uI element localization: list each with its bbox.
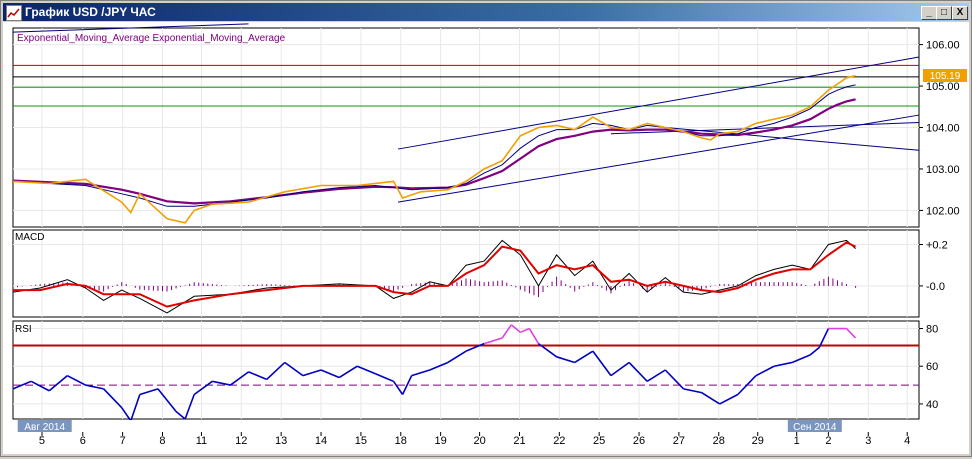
macd-y-axis: +0.2 -0.0 bbox=[919, 240, 948, 293]
date-tick-label-22: 4 bbox=[904, 435, 910, 447]
price-y-tick-label-2: 104.00 bbox=[926, 123, 960, 135]
date-tick-label-3: 8 bbox=[159, 435, 165, 447]
chart-app-icon bbox=[6, 5, 22, 21]
rsi-y-tick-label-2: 40 bbox=[926, 399, 938, 411]
date-tick-label-7: 14 bbox=[315, 435, 327, 447]
date-tick-label-5: 12 bbox=[235, 435, 247, 447]
date-tick-label-2: 7 bbox=[120, 435, 126, 447]
chart-window: График USD /JPY ЧАС _ □ X Exponential_Mo… bbox=[0, 0, 972, 457]
chart-canvas[interactable]: Exponential_Moving_Average Exponential_M… bbox=[3, 22, 969, 454]
date-tick-label-8: 15 bbox=[355, 435, 367, 447]
date-tick-label-1: 6 bbox=[80, 435, 86, 447]
rsi-y-tick-label-1: 60 bbox=[926, 361, 938, 373]
date-tick-label-17: 28 bbox=[713, 435, 725, 447]
chart-area[interactable]: Exponential_Moving_Average Exponential_M… bbox=[3, 22, 969, 454]
rsi-y-axis: 80 60 40 bbox=[919, 324, 938, 411]
price-legend: Exponential_Moving_Average Exponential_M… bbox=[17, 33, 286, 44]
price-y-tick-label-3: 103.00 bbox=[926, 164, 960, 176]
rsi-legend: RSI bbox=[15, 324, 32, 335]
close-button[interactable]: X bbox=[952, 6, 968, 20]
date-tick-label-4: 11 bbox=[196, 435, 207, 447]
date-tick-label-16: 27 bbox=[673, 435, 685, 447]
rsi-y-tick-label-0: 80 bbox=[926, 324, 938, 336]
price-y-tick-label-4: 102.00 bbox=[926, 205, 960, 217]
date-tick-label-11: 20 bbox=[473, 435, 485, 447]
month-label-1: Сен 2014 bbox=[793, 422, 837, 433]
price-y-tick-label-1: 105.00 bbox=[926, 81, 960, 93]
date-tick-label-10: 19 bbox=[435, 435, 447, 447]
date-tick-label-13: 22 bbox=[553, 435, 565, 447]
date-tick-label-15: 26 bbox=[633, 435, 645, 447]
date-tick-label-21: 3 bbox=[865, 435, 871, 447]
macd-y-tick-label-1: -0.0 bbox=[926, 281, 945, 293]
month-strip bbox=[13, 420, 919, 432]
price-y-tick-label-0: 106.00 bbox=[926, 40, 960, 52]
date-tick-label-12: 21 bbox=[513, 435, 525, 447]
current-price-label: 105.19 bbox=[930, 71, 961, 82]
date-tick-label-6: 13 bbox=[275, 435, 287, 447]
date-tick-label-18: 29 bbox=[752, 435, 764, 447]
date-tick-label-0: 5 bbox=[39, 435, 45, 447]
date-tick-label-9: 18 bbox=[395, 435, 407, 447]
price-y-axis: 106.00 105.00 104.00 103.00 102.00 bbox=[919, 40, 960, 217]
macd-y-tick-label-0: +0.2 bbox=[926, 240, 948, 252]
date-tick-label-14: 25 bbox=[593, 435, 605, 447]
macd-panel: MACD +0.2 -0.0 bbox=[12, 229, 948, 318]
date-tick-label-19: 1 bbox=[794, 435, 800, 447]
price-panel: Exponential_Moving_Average Exponential_M… bbox=[12, 23, 967, 228]
title-bar[interactable]: График USD /JPY ЧАС _ □ X bbox=[3, 3, 969, 21]
date-axis: Авг 2014 Сен 20145 6 7 8 11 12 13 14 15 18 19 20 21 22… bbox=[13, 420, 919, 447]
window-title: График USD /JPY ЧАС bbox=[25, 5, 156, 19]
maximize-button[interactable]: □ bbox=[936, 6, 952, 20]
date-tick-label-20: 2 bbox=[825, 435, 831, 447]
rsi-panel: RSI 80 60 40 bbox=[12, 320, 938, 424]
macd-legend: MACD bbox=[15, 232, 44, 243]
minimize-button[interactable]: _ bbox=[921, 6, 937, 20]
month-label-0: Авг 2014 bbox=[24, 422, 65, 433]
